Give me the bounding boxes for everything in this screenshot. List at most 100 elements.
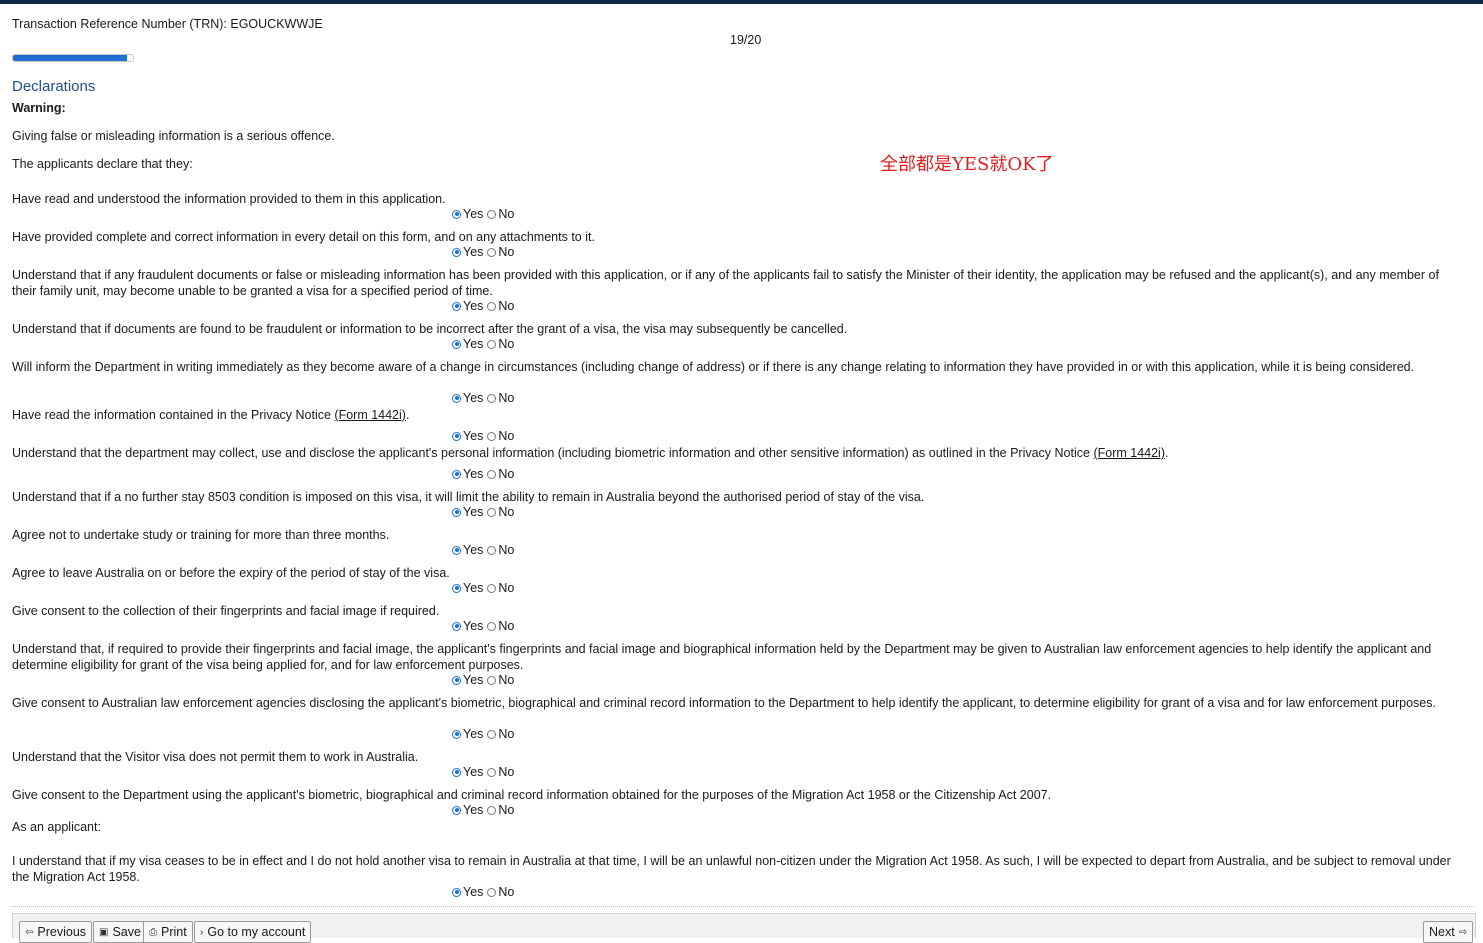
no-option[interactable]: No bbox=[487, 727, 514, 741]
print-button[interactable]: ⎙ Print bbox=[143, 921, 193, 943]
declaration-question-13: Give consent to Australian law enforceme… bbox=[12, 695, 1462, 711]
no-radio[interactable] bbox=[487, 209, 497, 219]
yes-radio[interactable] bbox=[452, 469, 461, 479]
no-option[interactable]: No bbox=[487, 673, 514, 687]
yes-option[interactable]: Yes bbox=[452, 885, 483, 899]
yes-no-group-7: Yes No bbox=[452, 467, 518, 481]
no-radio[interactable] bbox=[487, 545, 497, 555]
yes-no-group-4: Yes No bbox=[452, 337, 518, 351]
question-text: Understand that if documents are found t… bbox=[12, 322, 848, 336]
no-option[interactable]: No bbox=[487, 619, 514, 633]
yes-no-group-16: Yes No bbox=[452, 885, 518, 899]
save-button-label: Save bbox=[112, 925, 141, 939]
yes-option[interactable]: Yes bbox=[452, 765, 483, 779]
previous-button[interactable]: ⇦ Previous bbox=[19, 921, 93, 943]
no-radio[interactable] bbox=[487, 301, 497, 311]
no-radio[interactable] bbox=[487, 729, 497, 739]
yes-radio[interactable] bbox=[452, 621, 461, 631]
no-radio[interactable] bbox=[487, 805, 497, 815]
yes-label: Yes bbox=[463, 673, 484, 687]
yes-radio[interactable] bbox=[452, 339, 461, 349]
no-label: No bbox=[498, 337, 515, 351]
next-button[interactable]: Next ⇨ bbox=[1423, 921, 1474, 943]
no-radio[interactable] bbox=[487, 583, 497, 593]
declaration-question-9: Agree not to undertake study or training… bbox=[12, 527, 1462, 543]
go-to-account-button[interactable]: › Go to my account bbox=[194, 921, 312, 943]
no-radio[interactable] bbox=[487, 887, 497, 897]
no-option[interactable]: No bbox=[487, 337, 514, 351]
divider bbox=[12, 906, 1474, 907]
no-option[interactable]: No bbox=[487, 391, 514, 405]
yes-no-group-12: Yes No bbox=[452, 673, 518, 687]
no-option[interactable]: No bbox=[487, 505, 514, 519]
yes-label: Yes bbox=[463, 207, 484, 221]
yes-option[interactable]: Yes bbox=[452, 673, 483, 687]
yes-option[interactable]: Yes bbox=[452, 337, 483, 351]
arrow-left-icon: ⇦ bbox=[25, 926, 34, 938]
yes-radio[interactable] bbox=[452, 767, 461, 777]
yes-option[interactable]: Yes bbox=[452, 803, 483, 817]
declaration-question-15: Give consent to the Department using the… bbox=[12, 787, 1462, 803]
yes-no-group-10: Yes No bbox=[452, 581, 518, 595]
yes-option[interactable]: Yes bbox=[452, 299, 483, 313]
yes-label: Yes bbox=[463, 245, 484, 259]
yes-option[interactable]: Yes bbox=[452, 505, 483, 519]
yes-label: Yes bbox=[463, 505, 484, 519]
yes-radio[interactable] bbox=[452, 545, 461, 555]
yes-radio[interactable] bbox=[452, 507, 461, 517]
no-option[interactable]: No bbox=[487, 543, 514, 557]
yes-radio[interactable] bbox=[452, 729, 461, 739]
no-option[interactable]: No bbox=[487, 245, 514, 259]
yes-radio[interactable] bbox=[452, 393, 461, 403]
yes-label: Yes bbox=[463, 765, 484, 779]
no-option[interactable]: No bbox=[487, 581, 514, 595]
no-radio[interactable] bbox=[487, 393, 497, 403]
no-radio[interactable] bbox=[487, 339, 497, 349]
privacy-notice-link[interactable]: (Form 1442i) bbox=[1093, 446, 1165, 460]
no-option[interactable]: No bbox=[487, 467, 514, 481]
yes-radio[interactable] bbox=[452, 247, 461, 257]
no-radio[interactable] bbox=[487, 675, 497, 685]
privacy-notice-link[interactable]: (Form 1442i) bbox=[334, 408, 406, 422]
no-radio[interactable] bbox=[487, 431, 497, 441]
declaration-question-8: Understand that if a no further stay 850… bbox=[12, 489, 1462, 505]
save-button[interactable]: ▣ Save bbox=[93, 921, 147, 943]
warning-label: Warning: bbox=[12, 101, 66, 115]
question-text: Have read and understood the information… bbox=[12, 192, 446, 206]
yes-radio[interactable] bbox=[452, 805, 461, 815]
no-option[interactable]: No bbox=[487, 803, 514, 817]
declaration-question-11: Give consent to the collection of their … bbox=[12, 603, 1462, 619]
yes-option[interactable]: Yes bbox=[452, 727, 483, 741]
yes-option[interactable]: Yes bbox=[452, 429, 483, 443]
no-radio[interactable] bbox=[487, 767, 497, 777]
yes-radio[interactable] bbox=[452, 583, 461, 593]
yes-no-group-14: Yes No bbox=[452, 765, 518, 779]
no-radio[interactable] bbox=[487, 507, 497, 517]
yes-radio[interactable] bbox=[452, 675, 461, 685]
yes-option[interactable]: Yes bbox=[452, 467, 483, 481]
yes-option[interactable]: Yes bbox=[452, 581, 483, 595]
no-option[interactable]: No bbox=[487, 207, 514, 221]
yes-option[interactable]: Yes bbox=[452, 391, 483, 405]
yes-radio[interactable] bbox=[452, 887, 461, 897]
no-option[interactable]: No bbox=[487, 429, 514, 443]
yes-label: Yes bbox=[463, 467, 484, 481]
question-text: Understand that, if required to provide … bbox=[12, 642, 1432, 672]
yes-label: Yes bbox=[463, 391, 484, 405]
no-radio[interactable] bbox=[487, 621, 497, 631]
yes-radio[interactable] bbox=[452, 431, 461, 441]
yes-label: Yes bbox=[463, 619, 484, 633]
no-radio[interactable] bbox=[487, 469, 497, 479]
no-option[interactable]: No bbox=[487, 299, 514, 313]
yes-radio[interactable] bbox=[452, 209, 461, 219]
yes-label: Yes bbox=[463, 727, 484, 741]
yes-radio[interactable] bbox=[452, 301, 461, 311]
as-applicant-label: As an applicant: bbox=[12, 820, 101, 834]
yes-option[interactable]: Yes bbox=[452, 207, 483, 221]
no-option[interactable]: No bbox=[487, 765, 514, 779]
no-radio[interactable] bbox=[487, 247, 497, 257]
yes-option[interactable]: Yes bbox=[452, 245, 483, 259]
yes-option[interactable]: Yes bbox=[452, 619, 483, 633]
no-option[interactable]: No bbox=[487, 885, 514, 899]
yes-option[interactable]: Yes bbox=[452, 543, 483, 557]
